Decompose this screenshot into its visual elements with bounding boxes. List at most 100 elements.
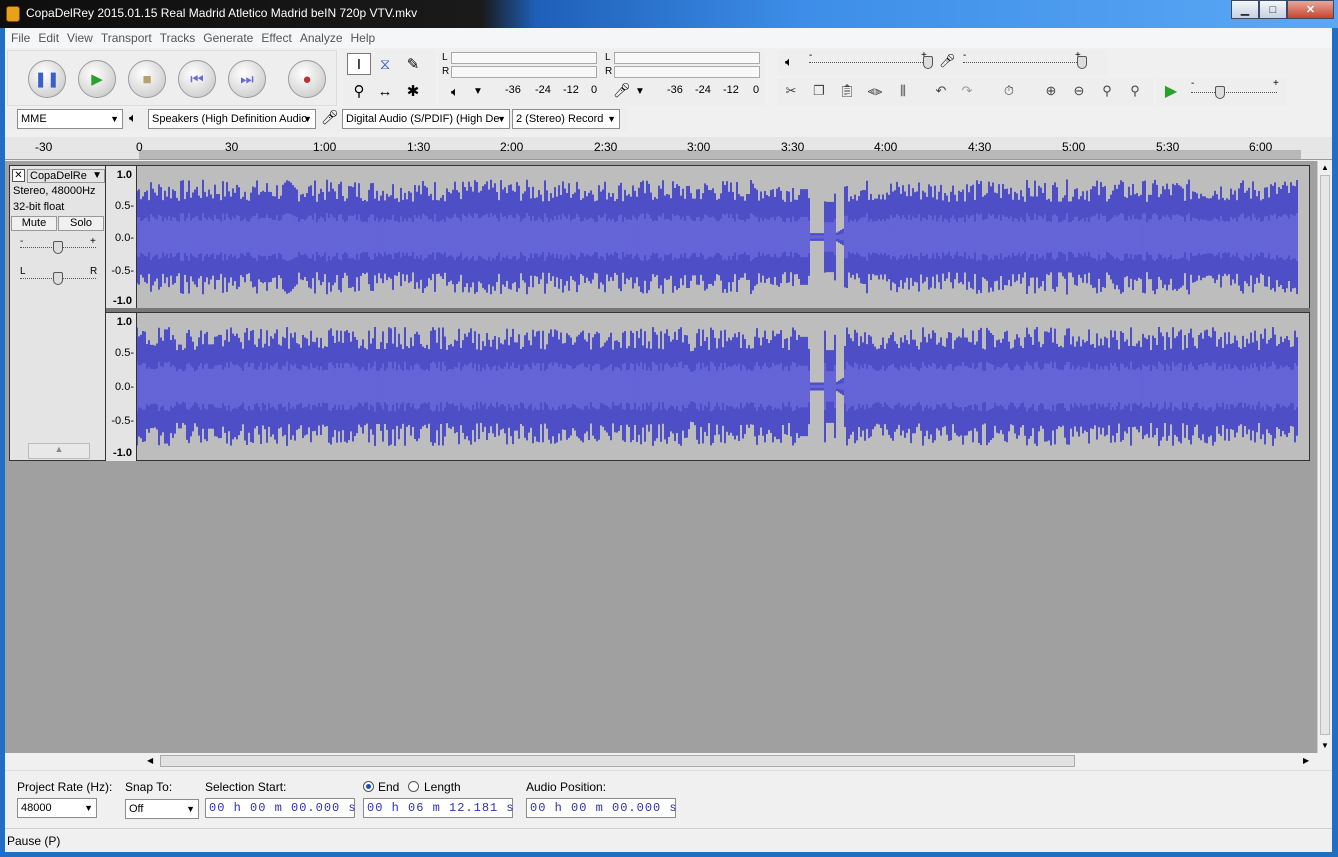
gain-thumb[interactable] bbox=[53, 241, 63, 254]
track-area[interactable]: ✕ CopaDelRe ▼ Stereo, 48000Hz 32-bit floa… bbox=[5, 161, 1317, 753]
track-control-panel: ✕ CopaDelRe ▼ Stereo, 48000Hz 32-bit floa… bbox=[9, 165, 106, 461]
skip-start-button[interactable]: ⏮ bbox=[178, 60, 216, 98]
solo-button[interactable]: Solo bbox=[58, 216, 104, 231]
waveform-left-channel[interactable] bbox=[136, 165, 1310, 309]
minimize-button[interactable]: ▁ bbox=[1231, 0, 1259, 19]
play-icon: ▶ bbox=[91, 71, 103, 88]
ruler-label: 1:30 bbox=[407, 140, 431, 154]
meter-tick: -24 bbox=[695, 84, 711, 96]
audio-host-select[interactable]: MME ▼ bbox=[17, 109, 123, 129]
dropdown-arrow-icon: ▼ bbox=[84, 803, 93, 813]
paste-button[interactable]: 📋︎ bbox=[835, 80, 859, 102]
status-bar: Pause (P) bbox=[5, 828, 1332, 852]
mute-button[interactable]: Mute bbox=[11, 216, 57, 231]
timeshift-tool[interactable]: ↔ bbox=[373, 80, 397, 102]
record-meter-right bbox=[614, 66, 760, 78]
end-label: End bbox=[378, 780, 400, 794]
play-button[interactable]: ▶ bbox=[78, 60, 116, 98]
menu-analyze[interactable]: Analyze bbox=[296, 31, 347, 45]
rec-meter-left-label: L bbox=[605, 52, 611, 63]
fit-project-button[interactable]: ⚲ bbox=[1123, 80, 1147, 102]
project-rate-select[interactable]: 48000 ▼ bbox=[17, 798, 97, 818]
output-volume-slider[interactable] bbox=[809, 62, 927, 63]
ruler-label: 2:30 bbox=[594, 140, 618, 154]
microphone-icon[interactable]: 🎤︎ bbox=[613, 82, 631, 99]
close-icon: ✕ bbox=[14, 170, 23, 181]
menu-transport[interactable]: Transport bbox=[97, 31, 156, 45]
cut-button[interactable]: ✂ bbox=[779, 80, 803, 102]
silence-button[interactable]: ⫼ bbox=[891, 80, 915, 102]
input-volume-slider[interactable] bbox=[963, 62, 1081, 63]
multi-tool[interactable]: ✱ bbox=[401, 80, 425, 102]
speaker-icon[interactable]: 🔈︎ bbox=[451, 84, 459, 100]
snap-to-select[interactable]: Off ▼ bbox=[125, 799, 199, 819]
vertical-scroll-thumb[interactable] bbox=[1320, 175, 1330, 735]
draw-tool[interactable]: ✎ bbox=[401, 53, 425, 75]
length-radio[interactable] bbox=[408, 781, 419, 792]
play-speed-thumb[interactable] bbox=[1215, 86, 1225, 99]
fit-selection-icon: ⚲ bbox=[1102, 83, 1112, 98]
track-name-menu[interactable]: CopaDelRe ▼ bbox=[27, 169, 105, 183]
trim-button[interactable]: ⫷⫸ bbox=[863, 80, 887, 102]
menu-view[interactable]: View bbox=[63, 31, 97, 45]
scroll-right-icon[interactable]: ▶ bbox=[1303, 756, 1309, 765]
scroll-left-icon[interactable]: ◀ bbox=[147, 756, 153, 765]
menu-file[interactable]: File bbox=[7, 31, 34, 45]
scale-label: 1.0 bbox=[116, 169, 132, 181]
edit-toolbar: ✂ ❐ 📋︎ ⫷⫸ ⫼ ↶ ↷ ⏱ ⊕ ⊖ ⚲ ⚲ bbox=[777, 78, 1153, 106]
scroll-down-icon[interactable]: ▼ bbox=[1321, 741, 1329, 750]
sync-lock-button[interactable]: ⏱ bbox=[997, 80, 1021, 102]
close-button[interactable]: ✕ bbox=[1287, 0, 1334, 19]
selection-end-value: 00 h 06 m 12.181 s bbox=[367, 801, 515, 815]
ruler-label: -30 bbox=[35, 140, 53, 154]
maximize-button[interactable]: □ bbox=[1259, 0, 1287, 19]
zoom-tool[interactable]: ⚲ bbox=[347, 80, 371, 102]
ruler-label: 3:00 bbox=[687, 140, 711, 154]
menu-edit[interactable]: Edit bbox=[34, 31, 63, 45]
recording-channels-select[interactable]: 2 (Stereo) Record ▼ bbox=[512, 109, 620, 129]
collapse-track-button[interactable]: ▲ bbox=[28, 443, 90, 459]
horizontal-scroll-thumb[interactable] bbox=[160, 755, 1075, 767]
zoom-in-button[interactable]: ⊕ bbox=[1039, 80, 1063, 102]
copy-button[interactable]: ❐ bbox=[807, 80, 831, 102]
input-volume-thumb[interactable] bbox=[1077, 56, 1087, 69]
playback-meter-menu-icon[interactable]: ▼ bbox=[473, 86, 483, 97]
record-button[interactable]: ● bbox=[288, 60, 326, 98]
menu-tracks[interactable]: Tracks bbox=[156, 31, 200, 45]
pan-thumb[interactable] bbox=[53, 272, 63, 285]
envelope-tool[interactable]: ⧖ bbox=[373, 53, 397, 75]
output-volume-thumb[interactable] bbox=[923, 56, 933, 69]
pause-button[interactable]: ❚❚ bbox=[28, 60, 66, 98]
recording-device-select[interactable]: Digital Audio (S/PDIF) (High De ▼ bbox=[342, 109, 510, 129]
waveform-left-svg bbox=[137, 179, 1298, 295]
redo-button[interactable]: ↷ bbox=[955, 80, 979, 102]
audio-position-field[interactable]: 00 h 00 m 00.000 s bbox=[526, 798, 677, 818]
play-speed-slider[interactable] bbox=[1191, 92, 1277, 93]
selection-start-field[interactable]: 00 h 00 m 00.000 s bbox=[205, 798, 356, 818]
timeline-ruler[interactable]: -30 0 30 1:00 1:30 2:00 2:30 3:00 3:30 4… bbox=[5, 137, 1332, 160]
playback-device-select[interactable]: Speakers (High Definition Audio ▼ bbox=[148, 109, 316, 129]
scroll-up-icon[interactable]: ▲ bbox=[1321, 163, 1329, 172]
app-client: File Edit View Transport Tracks Generate… bbox=[5, 28, 1332, 852]
end-radio[interactable] bbox=[363, 781, 374, 792]
undo-button[interactable]: ↶ bbox=[929, 80, 953, 102]
menu-help[interactable]: Help bbox=[347, 31, 380, 45]
ruler-label: 5:30 bbox=[1156, 140, 1180, 154]
waveform-right-svg bbox=[137, 326, 1298, 447]
fit-selection-button[interactable]: ⚲ bbox=[1095, 80, 1119, 102]
title-bar: CopaDelRey 2015.01.15 Real Madrid Atleti… bbox=[0, 0, 1338, 28]
double-arrow-icon: ↔ bbox=[377, 82, 393, 100]
horizontal-scrollbar[interactable]: ◀ ▶ bbox=[5, 753, 1317, 769]
play-at-speed-button[interactable]: ▶ bbox=[1159, 80, 1183, 102]
stop-button[interactable]: ■ bbox=[128, 60, 166, 98]
record-meter-menu-icon[interactable]: ▼ bbox=[635, 86, 645, 97]
menu-generate[interactable]: Generate bbox=[199, 31, 257, 45]
vertical-scrollbar[interactable]: ▲ ▼ bbox=[1317, 161, 1332, 753]
menu-effect[interactable]: Effect bbox=[257, 31, 295, 45]
waveform-right-channel[interactable] bbox=[136, 312, 1310, 461]
selection-tool[interactable]: I bbox=[347, 53, 371, 75]
skip-end-button[interactable]: ⏭ bbox=[228, 60, 266, 98]
zoom-out-button[interactable]: ⊖ bbox=[1067, 80, 1091, 102]
selection-end-field[interactable]: 00 h 06 m 12.181 s bbox=[363, 798, 515, 818]
track-close-button[interactable]: ✕ bbox=[12, 169, 25, 182]
